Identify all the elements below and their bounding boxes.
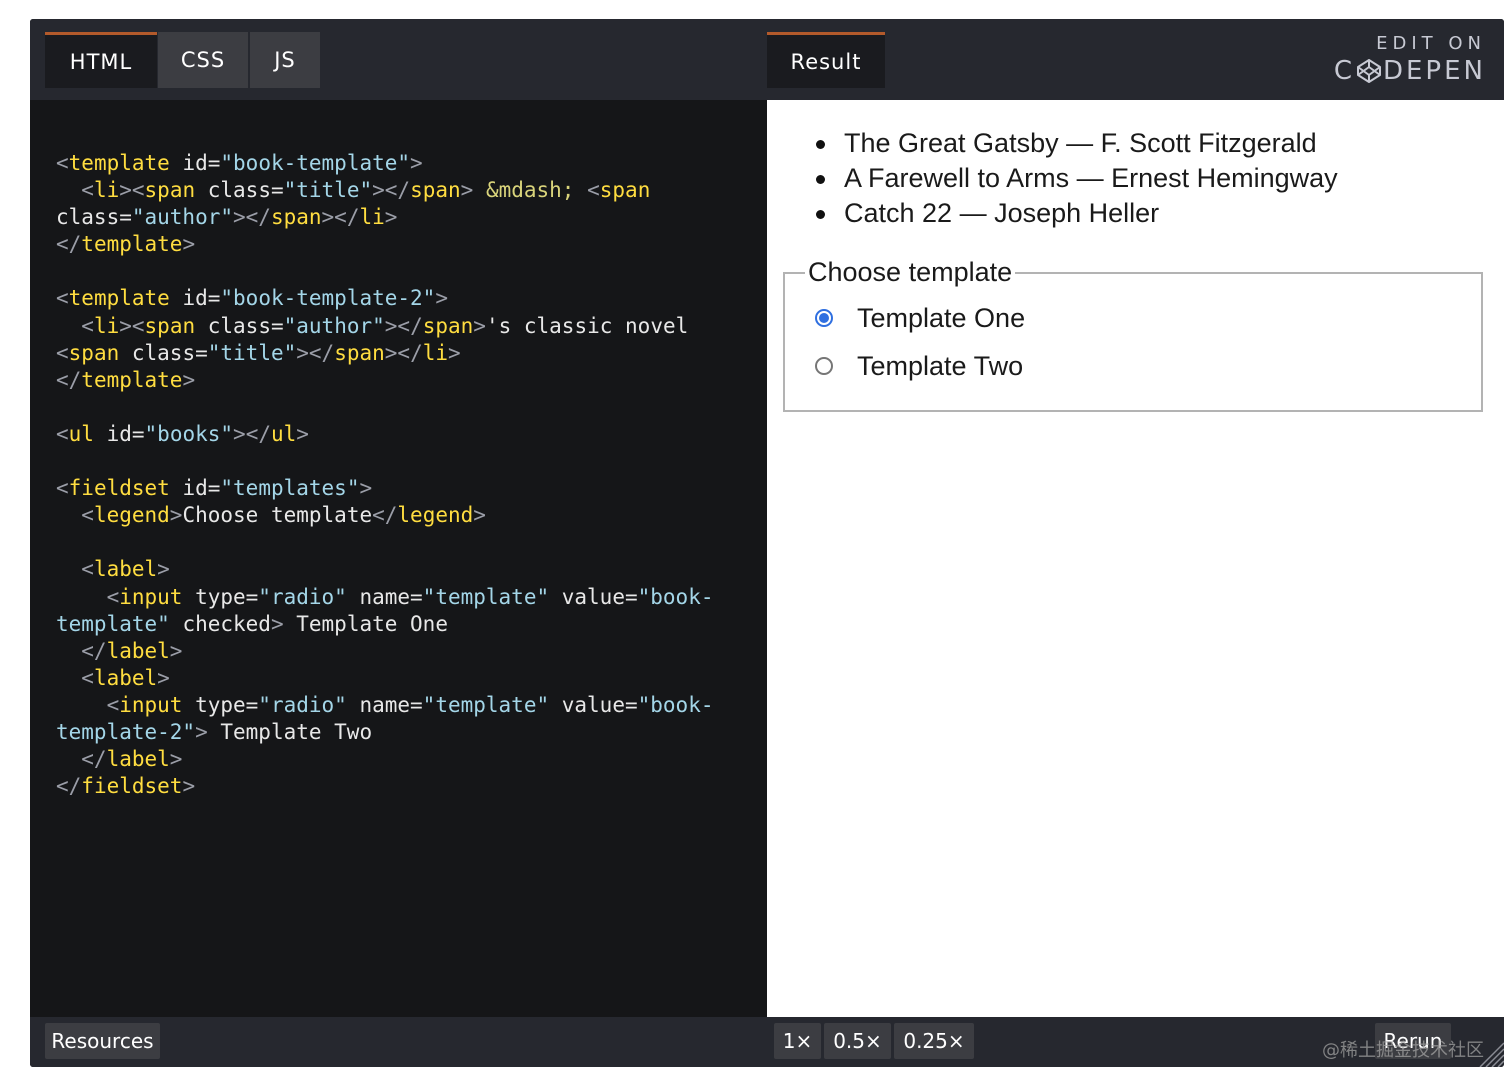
code-line: </label> [56,747,183,772]
code-line: <fieldset id="templates"> [56,476,373,501]
codepen-letter-c: C [1333,56,1355,86]
book-list-item: Catch 22 — Joseph Heller [816,196,1338,231]
zoom-quarter-button[interactable]: 0.25× [894,1023,974,1059]
template-two-label: Template Two [857,351,1024,381]
code-line: <legend>Choose template</legend> [56,503,486,528]
code-line: <label> [56,557,170,582]
book-list-item: A Farewell to Arms — Ernest Hemingway [816,161,1338,196]
code-line: <label> [56,665,170,690]
code-line: <input type="radio" name="template" valu… [56,692,714,717]
watermark: @稀土掘金技术社区 [1322,1040,1484,1061]
books-list: The Great Gatsby — F. Scott Fitzgerald A… [816,126,1338,231]
zoom-1x-button[interactable]: 1× [774,1023,821,1059]
code-line: <li><span class="title"></span> &mdash; … [56,178,651,203]
code-line: <input type="radio" name="template" valu… [56,584,714,609]
code-line: template" checked> Template One [56,611,448,636]
editor-footer: Resources 1× 0.5× 0.25× Rerun [30,1017,1504,1067]
codepen-icon [1356,59,1381,83]
code-line: </fieldset> [56,774,196,799]
code-line: </template> [56,232,196,257]
codepen-letters-rest: DEPEN [1382,56,1486,86]
tab-css[interactable]: CSS [158,32,248,88]
code-line: </template> [56,367,196,392]
code-line: <template id="book-template"> [56,151,423,175]
codepen-embed: HTML CSS JS Result EDIT ON C DEPEN <temp… [30,19,1504,1067]
zoom-half-button[interactable]: 0.5× [824,1023,891,1059]
code-line: <span class="title"></span></li> [56,340,461,365]
fieldset-legend: Choose template [805,256,1016,288]
template-one-option[interactable]: Template One [815,302,1025,334]
templates-fieldset: Choose template Template One Template Tw… [783,256,1483,412]
edit-on-codepen-link[interactable]: EDIT ON C DEPEN [1326,33,1486,87]
editor-header: HTML CSS JS Result EDIT ON C DEPEN [30,19,1504,100]
tab-result[interactable]: Result [767,32,885,88]
code-block: <template id="book-template"> <li><span … [56,150,713,800]
code-line: </label> [56,638,183,663]
code-line: <li><span class="author"></span>'s class… [56,313,689,338]
result-preview: The Great Gatsby — F. Scott Fitzgerald A… [767,100,1504,1017]
tab-html[interactable]: HTML [45,32,157,88]
codepen-wordmark: C DEPEN [1326,55,1486,87]
edit-on-label: EDIT ON [1376,33,1486,54]
tab-js[interactable]: JS [250,32,320,88]
code-line: <template id="book-template-2"> [56,286,448,311]
template-one-label: Template One [857,303,1026,333]
book-list-item: The Great Gatsby — F. Scott Fitzgerald [816,126,1338,161]
code-line: <ul id="books"></ul> [56,421,309,446]
template-two-option[interactable]: Template Two [815,350,1023,382]
code-line: class="author"></span></li> [56,205,398,230]
html-code-editor[interactable]: <template id="book-template"> <li><span … [30,100,767,1017]
resources-button[interactable]: Resources [45,1023,160,1059]
template-two-radio[interactable] [815,357,833,375]
template-one-radio[interactable] [815,309,833,327]
code-line: template-2"> Template Two [56,719,373,744]
